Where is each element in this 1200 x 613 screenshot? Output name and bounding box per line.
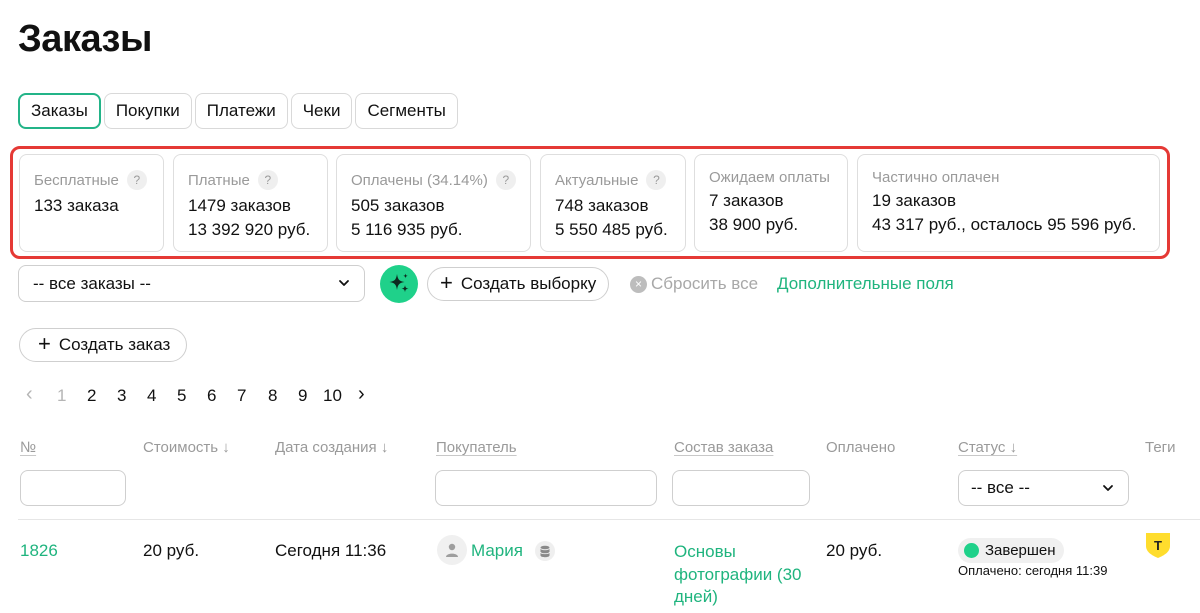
user-icon <box>446 543 458 557</box>
stat-value: 38 900 руб. <box>709 215 799 234</box>
stat-value: 748 заказов <box>555 196 649 215</box>
column-header-buyer[interactable]: Покупатель <box>436 439 517 456</box>
avatar <box>437 535 467 565</box>
stat-label: Бесплатные <box>34 171 119 189</box>
page-8[interactable]: 8 <box>268 386 277 406</box>
paid-note: Оплачено: сегодня 11:39 <box>958 563 1108 578</box>
orders-filter-select[interactable]: -- все заказы -- <box>18 265 365 302</box>
stat-value: 43 317 руб., осталось 95 596 руб. <box>872 215 1137 234</box>
page-5[interactable]: 5 <box>177 386 186 406</box>
order-cost: 20 руб. <box>143 541 200 560</box>
column-header-created[interactable]: Дата создания ↓ <box>275 439 388 456</box>
tab-receipts[interactable]: Чеки <box>290 93 353 129</box>
page-9[interactable]: 9 <box>298 386 307 406</box>
stat-value: 13 392 920 руб. <box>188 220 311 239</box>
page-2[interactable]: 2 <box>87 386 96 406</box>
column-header-cost[interactable]: Стоимость ↓ <box>143 439 230 456</box>
stat-label: Платные <box>188 171 250 189</box>
status-label: Завершен <box>985 542 1056 559</box>
column-header-paid: Оплачено <box>826 439 896 456</box>
select-value: -- все -- <box>971 478 1030 497</box>
tab-purchases[interactable]: Покупки <box>103 93 192 129</box>
database-icon[interactable] <box>535 541 555 561</box>
ai-assistant-button[interactable] <box>380 265 418 303</box>
help-icon[interactable]: ? <box>257 170 278 190</box>
composition-filter-input[interactable] <box>672 470 810 506</box>
plus-icon: + <box>38 331 51 356</box>
tinkoff-t-icon: T <box>1145 532 1171 564</box>
page-7[interactable]: 7 <box>237 386 246 406</box>
buyer-link[interactable]: Мария <box>471 541 523 561</box>
order-created: Сегодня 11:36 <box>275 541 387 560</box>
page-4[interactable]: 4 <box>147 386 156 406</box>
column-header-status[interactable]: Статус ↓ <box>958 439 1017 456</box>
chevron-down-icon <box>1103 485 1113 491</box>
stat-card-actual[interactable]: Актуальные? 748 заказов 5 550 485 руб. <box>540 154 686 252</box>
status-dot-icon <box>964 543 979 558</box>
stat-card-awaiting[interactable]: Ожидаем оплаты 7 заказов 38 900 руб. <box>694 154 848 252</box>
page-title: Заказы <box>18 18 152 60</box>
stat-card-free[interactable]: Бесплатные? 133 заказа <box>19 154 164 252</box>
select-value: -- все заказы -- <box>33 274 151 293</box>
help-icon[interactable]: ? <box>646 170 667 190</box>
column-header-tags: Теги <box>1145 439 1176 456</box>
pagination-prev[interactable]: ‹ <box>26 383 33 406</box>
stat-label: Ожидаем оплаты <box>709 168 830 186</box>
stat-value: 133 заказа <box>34 196 119 215</box>
order-composition-link[interactable]: Основы фотографии (30 дней) <box>674 541 804 609</box>
reset-all-button[interactable]: × Сбросить все <box>630 274 758 294</box>
pagination-next[interactable]: › <box>358 383 365 406</box>
create-order-label: Создать заказ <box>58 335 171 354</box>
stat-card-partial[interactable]: Частично оплачен 19 заказов 43 317 руб.,… <box>857 154 1160 252</box>
stat-label: Оплачены (34.14%) <box>351 171 488 189</box>
number-filter-input[interactable] <box>20 470 126 506</box>
stat-card-paid-percent[interactable]: Оплачены (34.14%)? 505 заказов 5 116 935… <box>336 154 531 252</box>
order-paid-amount: 20 руб. <box>826 541 883 560</box>
status-filter-select[interactable]: -- все -- <box>958 470 1129 506</box>
tab-orders[interactable]: Заказы <box>18 93 101 129</box>
extra-fields-link[interactable]: Дополнительные поля <box>777 274 954 294</box>
chevron-down-icon <box>339 280 349 286</box>
status-badge: Завершен <box>958 538 1064 563</box>
column-header-composition[interactable]: Состав заказа <box>674 439 773 456</box>
stat-value: 7 заказов <box>709 191 784 210</box>
page-10[interactable]: 10 <box>323 386 342 406</box>
reset-all-label: Сбросить все <box>651 274 759 293</box>
column-header-number[interactable]: № <box>20 439 36 456</box>
order-number-link[interactable]: 1826 <box>20 541 58 561</box>
help-icon[interactable]: ? <box>126 170 147 190</box>
stat-label: Частично оплачен <box>872 168 1000 186</box>
stat-value: 5 116 935 руб. <box>351 220 463 239</box>
stat-value: 505 заказов <box>351 196 445 215</box>
page-3[interactable]: 3 <box>117 386 126 406</box>
help-icon[interactable]: ? <box>495 170 516 190</box>
tab-segments[interactable]: Сегменты <box>355 93 458 129</box>
close-circle-icon: × <box>630 275 647 293</box>
stat-value: 5 550 485 руб. <box>555 220 668 239</box>
page-1[interactable]: 1 <box>57 386 66 406</box>
table-divider <box>18 519 1200 520</box>
buyer-filter-input[interactable] <box>435 470 657 506</box>
create-selection-button[interactable]: + Создать выборку <box>427 267 610 301</box>
stat-value: 19 заказов <box>872 191 957 210</box>
create-order-button[interactable]: + Создать заказ <box>19 328 188 362</box>
create-selection-label: Создать выборку <box>460 274 597 293</box>
tabs-bar: Заказы Покупки Платежи Чеки Сегменты <box>18 93 458 129</box>
plus-icon: + <box>440 270 453 295</box>
tag-letter: T <box>1154 538 1162 553</box>
stat-card-paid[interactable]: Платные? 1479 заказов 13 392 920 руб. <box>173 154 328 252</box>
stat-label: Актуальные <box>555 171 639 189</box>
sparkle-icon <box>389 273 409 293</box>
tab-payments[interactable]: Платежи <box>194 93 288 129</box>
page-6[interactable]: 6 <box>207 386 216 406</box>
stat-value: 1479 заказов <box>188 196 291 215</box>
